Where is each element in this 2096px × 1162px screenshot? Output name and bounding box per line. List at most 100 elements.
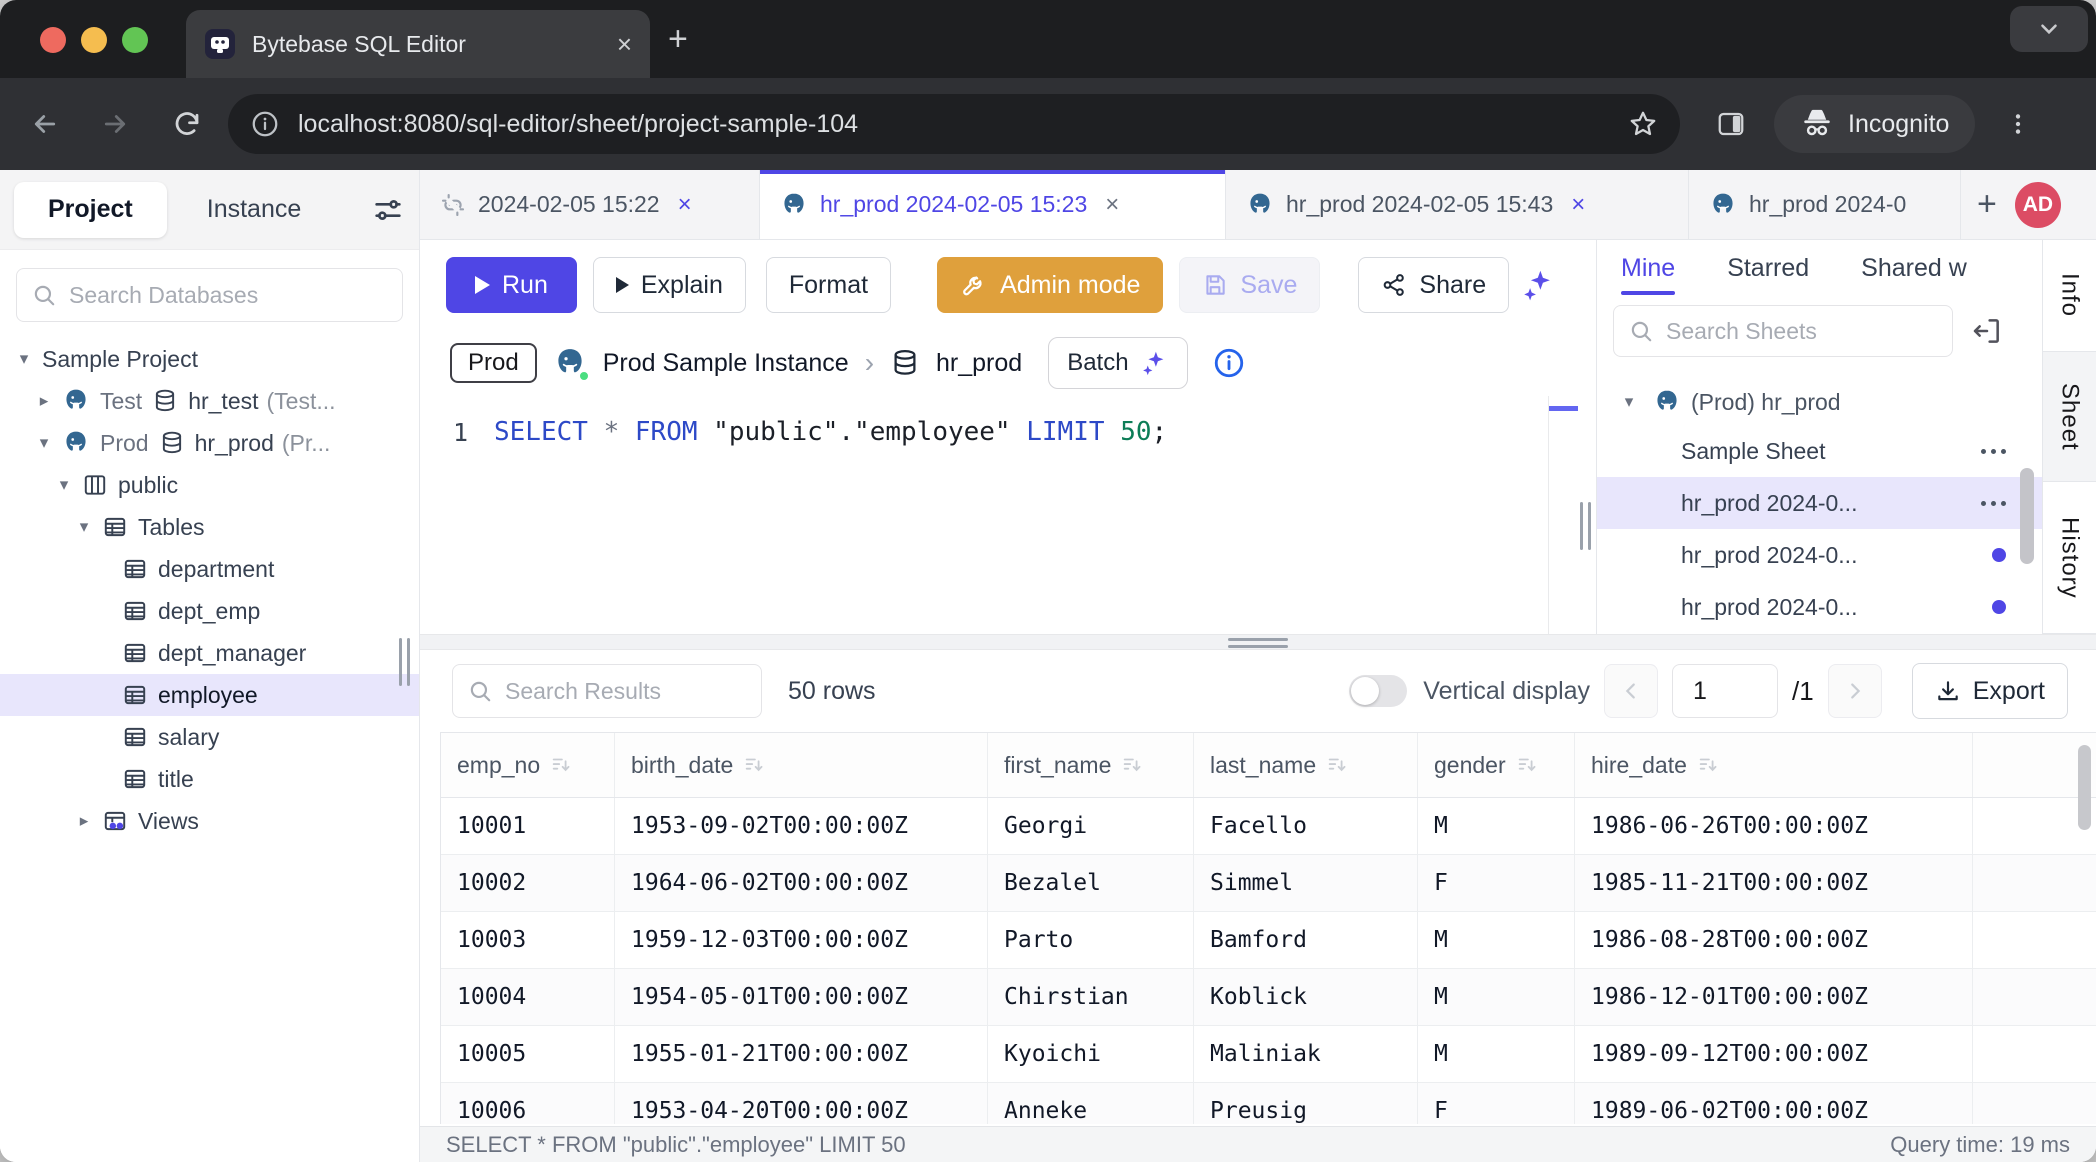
format-button[interactable]: Format: [766, 257, 891, 313]
sort-icon[interactable]: [1121, 754, 1143, 776]
table-cell[interactable]: 1959-12-03T00:00:00Z: [615, 912, 988, 969]
sheets-tab-shared-w[interactable]: Shared w: [1861, 254, 1967, 295]
chevron-right-icon[interactable]: ▸: [74, 811, 94, 831]
search-sheets-input[interactable]: [1666, 318, 1962, 345]
table-row-2[interactable]: 100021964-06-02T00:00:00ZBezalelSimmelF1…: [441, 855, 2096, 912]
tab-search-chevron-button[interactable]: [2010, 6, 2088, 52]
editor-tab-4[interactable]: hr_prod 2024-0: [1689, 170, 1961, 239]
database-name[interactable]: hr_prod: [936, 349, 1022, 378]
table-cell[interactable]: 1953-09-02T00:00:00Z: [615, 798, 988, 855]
next-page-button[interactable]: [1828, 664, 1882, 718]
sheet-item[interactable]: hr_prod 2024-0...: [1597, 477, 2042, 529]
table-cell[interactable]: M: [1418, 969, 1575, 1026]
batch-mode-button[interactable]: Batch: [1048, 337, 1187, 389]
table-cell[interactable]: 10002: [441, 855, 615, 912]
sort-icon[interactable]: [743, 754, 765, 776]
instance-name[interactable]: Prod Sample Instance: [603, 349, 849, 378]
minimize-window-button[interactable]: [81, 27, 107, 53]
panel-resize-handle[interactable]: [1580, 502, 1591, 550]
tree-item-department[interactable]: department: [0, 548, 419, 590]
vertical-display-toggle[interactable]: [1349, 675, 1407, 707]
table-cell[interactable]: Koblick: [1194, 969, 1418, 1026]
share-button[interactable]: Share: [1358, 257, 1509, 313]
url-text[interactable]: localhost:8080/sql-editor/sheet/project-…: [298, 110, 1628, 139]
chevron-down-icon[interactable]: ▾: [54, 475, 74, 495]
table-cell[interactable]: 10006: [441, 1083, 615, 1124]
sheets-scrollbar-thumb[interactable]: [2020, 468, 2034, 564]
page-number-input[interactable]: [1672, 664, 1778, 718]
sheet-menu-icon[interactable]: [1981, 449, 2006, 454]
table-cell[interactable]: Chirstian: [988, 969, 1194, 1026]
table-row-4[interactable]: 100041954-05-01T00:00:00ZChirstianKoblic…: [441, 969, 2096, 1026]
chevron-down-icon[interactable]: ▾: [1619, 392, 1639, 412]
table-cell[interactable]: Kyoichi: [988, 1026, 1194, 1083]
editor-scrollbar[interactable]: [1548, 396, 1578, 634]
new-tab-button[interactable]: +: [668, 22, 688, 56]
export-button[interactable]: Export: [1912, 663, 2068, 719]
search-databases-input[interactable]: [69, 282, 388, 309]
chevron-down-icon[interactable]: ▾: [14, 349, 34, 369]
table-cell[interactable]: Parto: [988, 912, 1194, 969]
sidebar-resize-handle[interactable]: [399, 638, 410, 686]
back-icon[interactable]: [28, 107, 62, 141]
run-button[interactable]: Run: [446, 257, 577, 313]
table-cell[interactable]: 1989-06-02T00:00:00Z: [1575, 1083, 1973, 1124]
chevron-right-icon[interactable]: ▸: [34, 391, 54, 411]
sheet-item-partial[interactable]: hr_prod 2024-0...: [1597, 365, 2042, 379]
table-cell[interactable]: Facello: [1194, 798, 1418, 855]
url-bar[interactable]: localhost:8080/sql-editor/sheet/project-…: [228, 94, 1680, 154]
side-tab-sheet[interactable]: Sheet: [2043, 352, 2096, 482]
search-results-input[interactable]: [505, 678, 801, 705]
maximize-window-button[interactable]: [122, 27, 148, 53]
tree-item-sample-project[interactable]: ▾Sample Project: [0, 338, 419, 380]
tree-item-salary[interactable]: salary: [0, 716, 419, 758]
tab-project[interactable]: Project: [14, 182, 167, 238]
editor-tab-3[interactable]: hr_prod 2024-02-05 15:43×: [1226, 170, 1689, 239]
table-cell[interactable]: 1964-06-02T00:00:00Z: [615, 855, 988, 912]
side-panel-icon[interactable]: [1714, 107, 1748, 141]
table-cell[interactable]: Georgi: [988, 798, 1194, 855]
forward-icon[interactable]: [98, 107, 132, 141]
column-header-hire_date[interactable]: hire_date: [1575, 733, 1973, 797]
table-cell[interactable]: M: [1418, 1026, 1575, 1083]
close-window-button[interactable]: [40, 27, 66, 53]
close-tab-icon[interactable]: ×: [1105, 191, 1119, 219]
table-cell[interactable]: Bezalel: [988, 855, 1194, 912]
tree-item-tables[interactable]: ▾Tables: [0, 506, 419, 548]
save-button[interactable]: Save: [1179, 257, 1320, 313]
side-tab-history[interactable]: History: [2043, 482, 2096, 634]
results-scrollbar-thumb[interactable]: [2078, 745, 2091, 830]
table-row-1[interactable]: 100011953-09-02T00:00:00ZGeorgiFacelloM1…: [441, 798, 2096, 855]
table-cell[interactable]: 1985-11-21T00:00:00Z: [1575, 855, 1973, 912]
table-cell[interactable]: 10001: [441, 798, 615, 855]
editor-tab-1[interactable]: 2024-02-05 15:22×: [420, 170, 760, 239]
browser-menu-icon[interactable]: [2001, 107, 2035, 141]
new-sheet-button[interactable]: +: [1961, 170, 2013, 239]
sheet-item[interactable]: hr_prod 2024-0...: [1597, 581, 2042, 633]
sort-icon[interactable]: [550, 754, 572, 776]
table-cell[interactable]: Simmel: [1194, 855, 1418, 912]
table-cell[interactable]: F: [1418, 855, 1575, 912]
table-row-5[interactable]: 100051955-01-21T00:00:00ZKyoichiMaliniak…: [441, 1026, 2096, 1083]
sheets-tab-starred[interactable]: Starred: [1727, 254, 1809, 295]
admin-mode-button[interactable]: Admin mode: [937, 257, 1163, 313]
close-tab-icon[interactable]: ×: [678, 191, 692, 219]
horizontal-splitter[interactable]: [420, 634, 2096, 650]
connection-info-icon[interactable]: [1212, 346, 1246, 380]
table-cell[interactable]: Maliniak: [1194, 1026, 1418, 1083]
tree-item-employee[interactable]: employee: [0, 674, 419, 716]
explain-button[interactable]: Explain: [593, 257, 746, 313]
sort-icon[interactable]: [1516, 754, 1538, 776]
table-cell[interactable]: 1986-06-26T00:00:00Z: [1575, 798, 1973, 855]
editor-tab-2[interactable]: hr_prod 2024-02-05 15:23×: [760, 170, 1226, 239]
filter-settings-icon[interactable]: [371, 193, 405, 227]
tree-item-public[interactable]: ▾public: [0, 464, 419, 506]
sheet-item[interactable]: Sample Sheet: [1597, 425, 2042, 477]
tree-item-views[interactable]: ▸Views: [0, 800, 419, 842]
column-header-last_name[interactable]: last_name: [1194, 733, 1418, 797]
table-cell[interactable]: 1989-09-12T00:00:00Z: [1575, 1026, 1973, 1083]
sort-icon[interactable]: [1326, 754, 1348, 776]
tree-item-dept-emp[interactable]: dept_emp: [0, 590, 419, 632]
table-cell[interactable]: 10005: [441, 1026, 615, 1083]
reload-icon[interactable]: [170, 107, 204, 141]
